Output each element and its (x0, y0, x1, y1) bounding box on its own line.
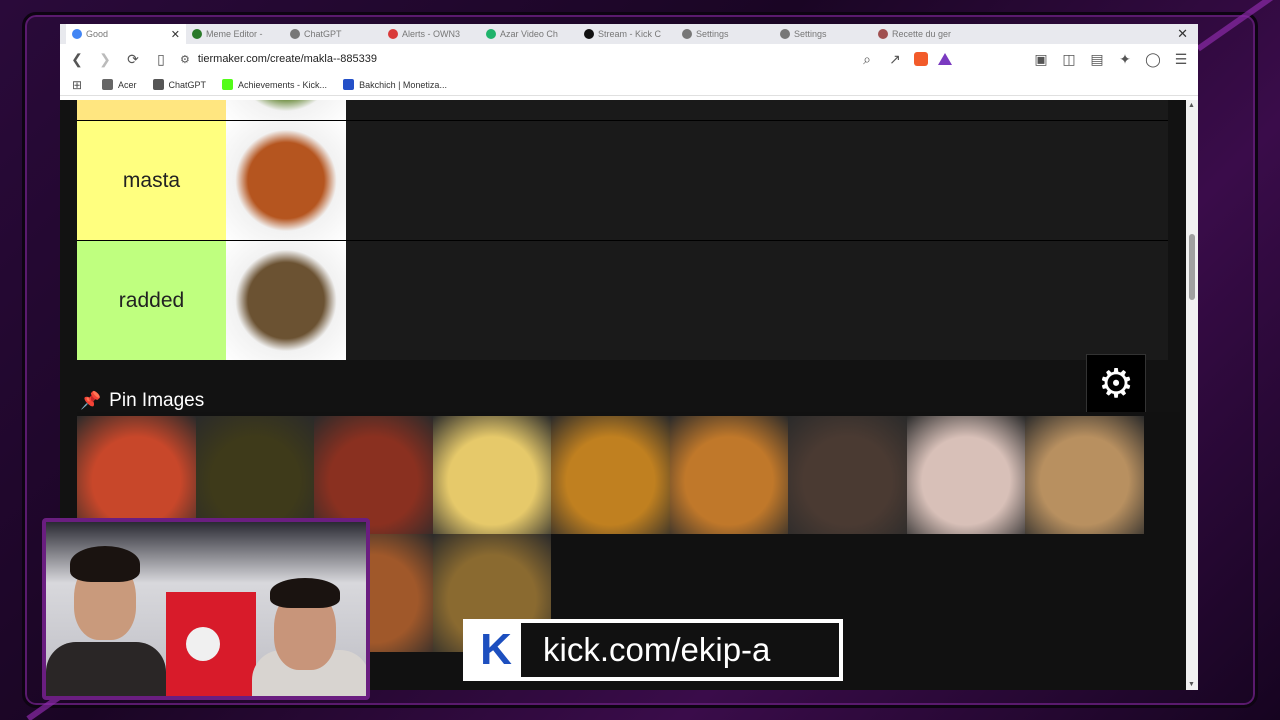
tab-favicon-icon (878, 29, 888, 39)
webcam-feed (42, 518, 370, 700)
brave-rewards-icon[interactable] (938, 53, 952, 65)
tier-food-image[interactable] (226, 100, 346, 120)
pin-icon: 📌 (80, 391, 102, 410)
pool-food-image[interactable] (195, 416, 314, 534)
bookmark-icon (343, 79, 355, 90)
browser-tab[interactable]: Meme Editor - (186, 24, 284, 44)
kick-url-text: kick.com/ekip-a (543, 631, 771, 668)
brave-shields-icon[interactable] (914, 52, 928, 66)
scroll-up-arrow[interactable]: ▲ (1188, 102, 1195, 109)
window-close-button[interactable]: ✕ (1177, 26, 1188, 42)
browser-tab[interactable]: Settings (774, 24, 872, 44)
tab-label: Azar Video Ch (500, 29, 558, 39)
browser-tab[interactable]: Stream - Kick C (578, 24, 676, 44)
tier-row: radded (77, 240, 1168, 360)
bookmark-label: Bakchich | Monetiza... (359, 79, 447, 90)
bookmark-label: ChatGPT (168, 79, 207, 90)
pool-food-image[interactable] (432, 416, 551, 534)
pool-food-image[interactable] (551, 416, 670, 534)
tier-label[interactable] (77, 100, 226, 120)
tab-favicon-icon (682, 29, 692, 39)
tab-strip: Good ✕ Meme Editor - ChatGPT Alerts - OWN3 Az… (60, 24, 1198, 44)
tier-label[interactable]: radded (77, 241, 226, 360)
bookmark-label: Acer (118, 79, 137, 90)
tab-favicon-icon (290, 29, 300, 39)
streamer-left-hair (70, 546, 140, 582)
bookmark-icon (222, 79, 234, 90)
tab-label: Stream - Kick C (598, 29, 662, 39)
tab-close-icon[interactable]: ✕ (171, 28, 180, 41)
menu-icon[interactable]: ☰ (1172, 50, 1190, 68)
settings-gear-button[interactable]: ⚙ (1086, 354, 1146, 414)
address-bar[interactable]: ⚙ tiermaker.com/create/makla--885339 (180, 48, 848, 70)
browser-tab[interactable]: ChatGPT (284, 24, 382, 44)
tab-label: ChatGPT (304, 29, 342, 39)
tier-food-image[interactable] (226, 121, 346, 240)
pin-images-header: 📌 Pin Images (80, 390, 204, 412)
tab-label: Meme Editor - (206, 29, 263, 39)
browser-toolbar: ❮ ❯ ⟳ ▯ ⚙ tiermaker.com/create/makla--88… (60, 44, 1198, 74)
back-button[interactable]: ❮ (68, 50, 86, 68)
forward-button[interactable]: ❯ (96, 50, 114, 68)
bookmark-icon (102, 79, 113, 90)
bookmark-item[interactable]: ChatGPT (152, 79, 207, 90)
bookmarks-bar: ⊞ Acer ChatGPT Achievements - Kick... Bakch… (60, 74, 1198, 96)
zoom-icon[interactable]: ⌕ (858, 50, 876, 68)
tab-favicon-icon (780, 29, 790, 39)
tier-row: masta (77, 120, 1168, 240)
pin-images-title: Pin Images (109, 390, 205, 411)
pool-food-image[interactable] (77, 416, 196, 534)
wallet-icon[interactable]: ▤ (1088, 50, 1106, 68)
page-scrollbar[interactable]: ▲ ▼ (1186, 100, 1198, 690)
tab-favicon-icon (584, 29, 594, 39)
site-info-icon[interactable]: ⚙ (180, 53, 190, 66)
browser-tab[interactable]: Azar Video Ch (480, 24, 578, 44)
leo-ai-icon[interactable]: ✦ (1116, 50, 1134, 68)
sidebar-icon[interactable]: ◫ (1060, 50, 1078, 68)
streamer-right-hair (270, 578, 340, 608)
browser-tab[interactable]: Settings (676, 24, 774, 44)
pool-food-image[interactable] (314, 416, 433, 534)
bookmark-icon (152, 79, 164, 90)
tab-favicon-icon (388, 29, 398, 39)
pool-food-image[interactable] (1025, 416, 1144, 534)
tier-label[interactable]: masta (77, 121, 226, 240)
pool-food-image[interactable] (906, 416, 1025, 534)
vpn-icon[interactable]: ◯ (1144, 50, 1162, 68)
tab-favicon-icon (486, 29, 496, 39)
streamer-left-shirt (46, 642, 166, 696)
tab-label: Settings (696, 29, 729, 39)
kick-channel-banner: K kick.com/ekip-a (463, 619, 843, 681)
reload-button[interactable]: ⟳ (124, 50, 142, 68)
pool-food-image[interactable] (669, 416, 788, 534)
tab-favicon-icon (72, 29, 82, 39)
pool-food-image[interactable] (788, 416, 907, 534)
browser-tab[interactable]: Recette du ger (872, 24, 970, 44)
bookmark-item[interactable]: Acer (102, 79, 137, 90)
scroll-thumb[interactable] (1189, 234, 1195, 300)
bookmark-item[interactable]: Bakchich | Monetiza... (343, 79, 447, 90)
share-icon[interactable]: ↗ (886, 50, 904, 68)
tab-label: Alerts - OWN3 (402, 29, 461, 39)
flag-emblem (186, 627, 220, 661)
url-text: tiermaker.com/create/makla--885339 (197, 53, 378, 65)
browser-tab[interactable]: Alerts - OWN3 (382, 24, 480, 44)
bookmark-label: Achievements - Kick... (238, 79, 328, 90)
bookmark-item[interactable]: Achievements - Kick... (222, 79, 327, 90)
tab-favicon-icon (192, 29, 202, 39)
tier-food-image[interactable] (226, 241, 346, 360)
tier-row (77, 100, 1168, 120)
tab-label: Recette du ger (892, 29, 952, 39)
kick-logo-icon: K (467, 623, 521, 677)
tab-label: Settings (794, 29, 827, 39)
apps-grid-icon[interactable]: ⊞ (68, 76, 86, 94)
browser-tab[interactable]: Good ✕ (66, 24, 186, 44)
bookmark-icon[interactable]: ▯ (152, 50, 170, 68)
scroll-down-arrow[interactable]: ▼ (1188, 681, 1195, 688)
tab-label: Good (86, 29, 109, 39)
screenshot-icon[interactable]: ▣ (1032, 50, 1050, 68)
